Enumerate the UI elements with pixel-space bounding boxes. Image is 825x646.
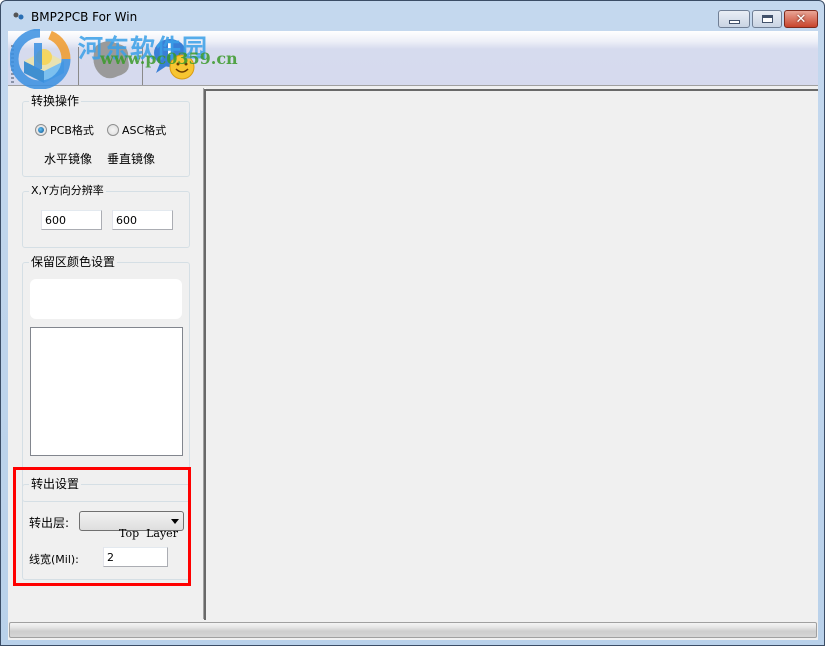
color-swatch[interactable] (30, 279, 182, 319)
help-chat-icon (154, 39, 195, 80)
toolbar-separator (142, 47, 143, 85)
minimize-button[interactable] (718, 10, 750, 28)
open-file-icon (24, 49, 64, 83)
toolbar-button-open[interactable] (14, 35, 74, 83)
mirror-vertical-option[interactable]: 垂直镜像 (107, 150, 155, 167)
toolbar-button-image[interactable] (82, 35, 140, 83)
toolbar (8, 31, 818, 86)
radio-label: ASC格式 (122, 124, 167, 137)
color-list[interactable] (30, 327, 183, 456)
mirror-horizontal-option[interactable]: 水平镜像 (44, 150, 92, 167)
title-bar[interactable]: BMP2PCB For Win ✕ (1, 1, 824, 31)
close-icon: ✕ (795, 11, 807, 27)
resolution-x-input[interactable] (41, 210, 102, 230)
preview-canvas[interactable] (204, 89, 818, 620)
app-window: BMP2PCB For Win ✕ 转换操作 PCB格式 ASC格式 水平镜像 … (0, 0, 825, 646)
client-area: 转换操作 PCB格式 ASC格式 水平镜像 垂直镜像 X,Y方向分辨率 600 … (8, 29, 818, 640)
group-title: 转换操作 (29, 93, 82, 109)
resolution-group: X,Y方向分辨率 (22, 183, 190, 248)
status-bar (9, 622, 817, 638)
highlight-annotation (13, 467, 191, 586)
image-icon (93, 41, 129, 79)
radio-label: PCB格式 (50, 124, 94, 137)
group-title: X,Y方向分辨率 (29, 183, 106, 199)
toolbar-button-help[interactable] (146, 35, 202, 83)
radio-asc-format[interactable]: ASC格式 (107, 122, 166, 138)
radio-button-checked[interactable] (35, 124, 47, 136)
maximize-icon (761, 15, 773, 23)
radio-button[interactable] (107, 124, 119, 136)
reserve-color-group: 保留区颜色设置 (22, 254, 190, 502)
app-icon (13, 12, 24, 20)
close-button[interactable]: ✕ (784, 10, 818, 28)
group-title: 保留区颜色设置 (29, 254, 118, 270)
window-title: BMP2PCB For Win (31, 10, 138, 24)
radio-pcb-format[interactable]: PCB格式 (35, 122, 94, 138)
minimize-icon (728, 19, 740, 24)
convert-ops-group: 转换操作 PCB格式 ASC格式 水平镜像 垂直镜像 (22, 93, 190, 177)
left-panel: 转换操作 PCB格式 ASC格式 水平镜像 垂直镜像 X,Y方向分辨率 600 … (8, 88, 198, 619)
toolbar-separator (78, 47, 79, 85)
resolution-y-input[interactable] (112, 210, 173, 230)
maximize-button[interactable] (752, 10, 782, 28)
